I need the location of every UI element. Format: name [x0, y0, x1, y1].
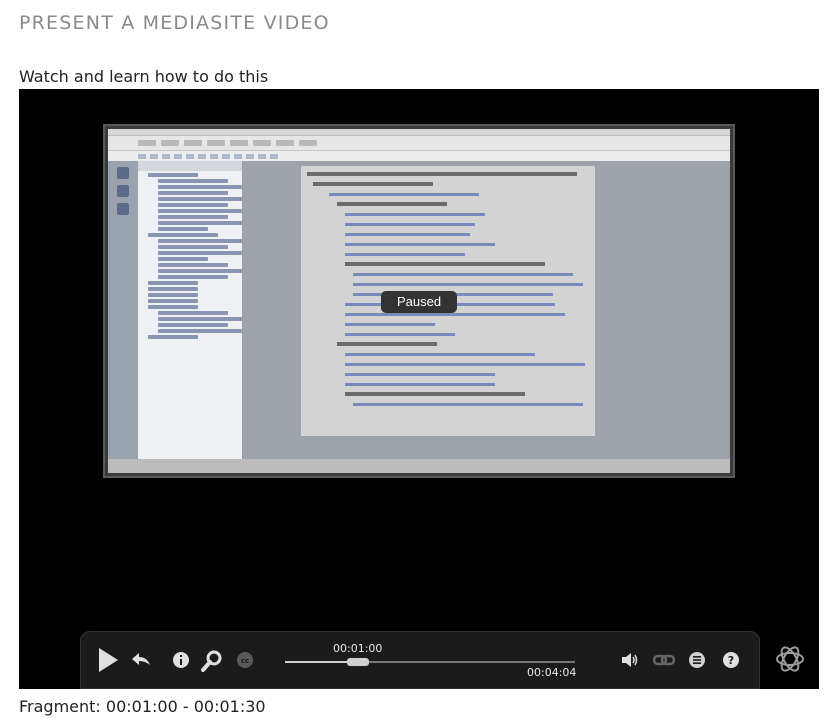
- play-icon: [99, 648, 118, 672]
- fragment-range: Fragment: 00:01:00 - 00:01:30: [19, 697, 266, 716]
- current-time: 00:01:00: [333, 642, 383, 655]
- scrub-handle[interactable]: [346, 658, 369, 666]
- control-bar: cc 00:01:00 00:04:04 ?: [80, 631, 760, 689]
- play-button[interactable]: [95, 646, 121, 674]
- closed-captions-icon: cc: [237, 652, 253, 668]
- total-time: 00:04:04: [527, 666, 577, 679]
- menu-icon: [689, 652, 705, 668]
- help-icon: ?: [723, 652, 739, 668]
- search-icon: [201, 650, 222, 672]
- mediasite-logo-icon: [776, 646, 804, 672]
- info-icon: [173, 652, 189, 668]
- page-subheading: Watch and learn how to do this: [19, 67, 269, 86]
- scrub-bar[interactable]: [285, 658, 575, 666]
- mediasite-logo-button[interactable]: [773, 642, 807, 676]
- info-button[interactable]: [172, 651, 190, 669]
- page-title: PRESENT A MEDIASITE VIDEO: [19, 12, 330, 34]
- help-button[interactable]: ?: [722, 651, 740, 669]
- paused-overlay: Paused: [381, 291, 457, 313]
- link-button[interactable]: [653, 651, 675, 669]
- search-button[interactable]: [200, 649, 224, 673]
- rewind-button[interactable]: [129, 650, 153, 670]
- svg-text:?: ?: [728, 654, 734, 667]
- volume-icon: [622, 653, 638, 667]
- rewind-icon: [132, 653, 150, 665]
- menu-button[interactable]: [688, 651, 706, 669]
- volume-button[interactable]: [621, 651, 639, 669]
- closed-captions-button[interactable]: cc: [236, 651, 254, 669]
- link-icon: [653, 654, 675, 666]
- video-player[interactable]: Paused cc 00:01:00 00:04:04 ?: [19, 89, 819, 689]
- svg-text:cc: cc: [241, 657, 249, 665]
